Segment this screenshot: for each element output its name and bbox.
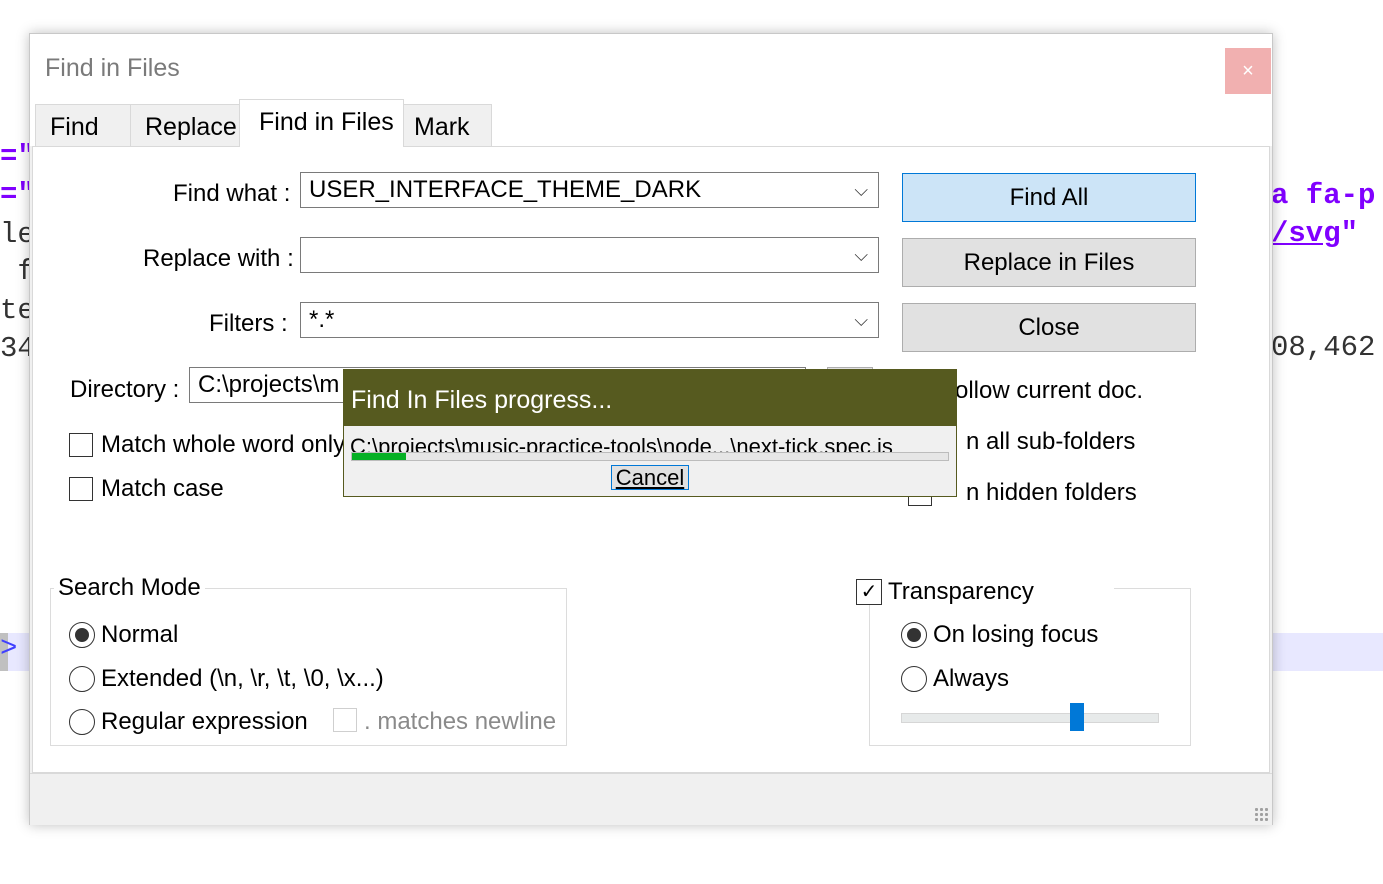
chevron-down-icon[interactable]: ⌵: [854, 303, 868, 337]
cancel-button[interactable]: Cancel: [611, 465, 689, 490]
directory-label: Directory :: [70, 376, 180, 403]
resize-grip-icon[interactable]: [1254, 807, 1270, 823]
search-mode-regex-radio[interactable]: [69, 709, 95, 735]
dialog-statusbar: [30, 773, 1272, 825]
editor-marker-glyph: >: [0, 632, 18, 665]
dialog-titlebar[interactable]: Find in Files ×: [30, 34, 1272, 104]
tab-find-in-files[interactable]: Find in Files: [239, 99, 404, 147]
tab-mark[interactable]: Mark: [403, 104, 492, 146]
find-progress-dialog: Find In Files progress... C:\projects\mu…: [343, 369, 957, 497]
progress-bar: [351, 452, 949, 461]
in-hidden-folders-label[interactable]: n hidden folders: [966, 479, 1137, 507]
editor-fragment-right-2-wrap: /svg": [1271, 217, 1358, 250]
replace-with-combo[interactable]: ⌵: [300, 237, 879, 273]
filters-combo[interactable]: *.* ⌵: [300, 302, 879, 338]
match-case-checkbox[interactable]: [69, 477, 93, 501]
replace-with-label: Replace with :: [143, 245, 294, 272]
close-button[interactable]: Close: [902, 303, 1196, 352]
match-whole-word-checkbox[interactable]: [69, 433, 93, 457]
match-whole-word-label[interactable]: Match whole word only: [101, 431, 345, 459]
search-mode-normal-label[interactable]: Normal: [101, 621, 178, 649]
editor-fragment-right-2-quote: ": [1340, 217, 1359, 250]
search-mode-extended-radio[interactable]: [69, 666, 95, 692]
find-what-label: Find what :: [173, 180, 291, 207]
transparency-slider-thumb[interactable]: [1070, 703, 1085, 731]
replace-in-files-button[interactable]: Replace in Files: [902, 238, 1196, 287]
dialog-title: Find in Files: [45, 54, 180, 82]
follow-current-doc-label[interactable]: ollow current doc.: [955, 377, 1143, 405]
search-mode-regex-label[interactable]: Regular expression: [101, 708, 308, 736]
editor-fragment-right-1: a fa-p: [1271, 179, 1376, 212]
search-mode-normal-radio[interactable]: [69, 622, 95, 648]
find-what-value: USER_INTERFACE_THEME_DARK: [309, 176, 702, 203]
progress-current-path: C:\projects\music-practice-tools\node...…: [350, 434, 893, 454]
tab-replace[interactable]: Replace: [130, 104, 240, 146]
transparency-slider-track[interactable]: [901, 713, 1159, 723]
editor-fragment-right-2: /svg: [1271, 217, 1341, 250]
matches-newline-label[interactable]: . matches newline: [364, 708, 556, 736]
always-radio[interactable]: [901, 666, 927, 692]
on-losing-focus-radio[interactable]: [901, 622, 927, 648]
filters-label: Filters :: [209, 310, 288, 337]
search-mode-extended-label[interactable]: Extended (\n, \r, \t, \0, \x...): [101, 665, 384, 693]
editor-fragment-right-3: 08,462: [1271, 331, 1376, 364]
transparency-checkbox[interactable]: ✓: [856, 579, 882, 605]
find-all-button[interactable]: Find All: [902, 173, 1196, 222]
always-label[interactable]: Always: [933, 665, 1009, 693]
progress-bar-fill: [352, 453, 406, 460]
in-all-sub-folders-label[interactable]: n all sub-folders: [966, 428, 1135, 456]
match-case-label[interactable]: Match case: [101, 475, 224, 503]
progress-title[interactable]: Find In Files progress...: [344, 370, 956, 426]
filters-value: *.*: [309, 306, 335, 333]
search-mode-title: Search Mode: [54, 574, 205, 602]
chevron-down-icon[interactable]: ⌵: [854, 173, 868, 207]
transparency-label[interactable]: Transparency: [888, 578, 1034, 606]
on-losing-focus-label[interactable]: On losing focus: [933, 621, 1098, 649]
directory-value: C:\projects\m: [198, 371, 340, 398]
find-what-combo[interactable]: USER_INTERFACE_THEME_DARK ⌵: [300, 172, 879, 208]
close-icon[interactable]: ×: [1225, 48, 1271, 94]
chevron-down-icon[interactable]: ⌵: [854, 238, 868, 272]
tab-find[interactable]: Find: [35, 104, 131, 146]
matches-newline-checkbox[interactable]: [333, 708, 357, 732]
